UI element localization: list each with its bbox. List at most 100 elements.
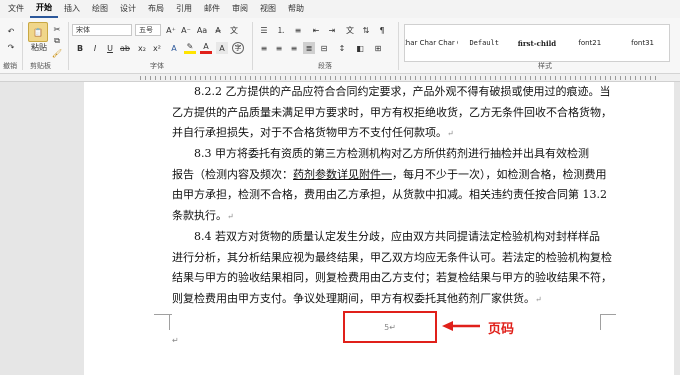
divider <box>398 22 399 70</box>
ribbon-tab[interactable]: 帮助 <box>282 0 310 18</box>
text-run: 乙方提供的产品质量未满足甲方要求时，甲方有权拒绝收货，乙方无条件回收不合格货物， <box>172 105 612 119</box>
bullets-icon[interactable]: ☰ <box>258 24 270 36</box>
style-item[interactable]: font21 <box>563 25 616 61</box>
ribbon-tab[interactable]: 视图 <box>254 0 282 18</box>
text-line[interactable]: 8.2.2 乙方提供的产品应符合合同约定要求，产品外观不得有破损或使用过的痕迹。… <box>172 82 611 103</box>
paste-button[interactable]: 粘贴 <box>28 42 50 52</box>
page-number-highlight: 5 ↵ <box>343 311 437 343</box>
divider <box>252 22 253 70</box>
ribbon-tab[interactable]: 布局 <box>142 0 170 18</box>
text-line[interactable]: 结果与甲方的验收结果相同，则复检费用由乙方支付；若复检结果与甲方的验收结果不符， <box>172 268 612 289</box>
style-item[interactable]: font31 <box>616 25 669 61</box>
ribbon-tab[interactable]: 审阅 <box>226 0 254 18</box>
distributed-icon[interactable]: ⊟ <box>318 42 330 54</box>
text-run: 8.4 若双方对货物的质量认定发生分歧，应由双方共同提请法定检验机构对封样样品 <box>194 229 600 243</box>
shrink-font-icon[interactable]: A⁻ <box>180 24 192 36</box>
decrease-indent-icon[interactable]: ⇤ <box>310 24 322 36</box>
text-run: 则复检费用由甲方支付。争议处理期间，甲方有权委托其他药剂厂家供货。 <box>172 291 535 305</box>
styles-group-label: 样式 <box>538 62 552 70</box>
text-line[interactable]: 并自行承担损失，对于不合格货物甲方不支付任何款项。↵ <box>172 123 608 144</box>
ribbon-tab[interactable]: 文件 <box>2 0 30 18</box>
change-case-icon[interactable]: Aa <box>196 24 208 36</box>
paragraph-mark: ↵ <box>227 212 234 222</box>
underline-button[interactable]: U <box>104 42 116 54</box>
undo-icon[interactable]: ↶ <box>4 24 18 38</box>
chinese-layout-icon[interactable]: 文 <box>344 24 356 36</box>
char-shading-icon[interactable]: A <box>216 42 228 54</box>
phonetic-icon[interactable]: 文 <box>228 24 240 36</box>
multilevel-list-icon[interactable]: ≡ <box>292 24 304 36</box>
cut-icon[interactable]: ✂ <box>52 24 62 34</box>
align-right-icon[interactable]: ≡ <box>288 42 300 54</box>
ribbon-tab[interactable]: 绘图 <box>86 0 114 18</box>
paragraph-mark: ↵ <box>447 129 454 139</box>
numbering-icon[interactable]: ⒈ <box>275 24 287 36</box>
strikethrough-icon[interactable]: ab <box>119 42 131 54</box>
paste-icon[interactable]: 📋 <box>28 22 48 42</box>
annotation-label: 页码 <box>488 322 515 337</box>
sort-icon[interactable]: ⇅ <box>360 24 372 36</box>
borders-icon[interactable]: ⊞ <box>372 42 384 54</box>
text-line[interactable]: 8.4 若双方对货物的质量认定发生分歧，应由双方共同提请法定检验机构对封样样品 <box>172 227 608 248</box>
text-run: 报告（检测内容及频次： <box>172 167 293 181</box>
font-family-select[interactable]: 宋体 <box>72 24 132 36</box>
align-left-icon[interactable]: ≡ <box>258 42 270 54</box>
text-line[interactable]: 乙方提供的产品质量未满足甲方要求时，甲方有权拒绝收货，乙方无条件回收不合格货物， <box>172 103 612 124</box>
horizontal-ruler[interactable] <box>0 74 680 82</box>
ribbon-tab[interactable]: 邮件 <box>198 0 226 18</box>
paragraph-mark: ↵ <box>389 322 396 332</box>
text-line[interactable]: 进行分析，其分析结果应视为最终结果，甲乙双方均应无条件认可。若法定的检验机构复检 <box>172 248 612 269</box>
text-line[interactable]: 8.3 甲方将委托有资质的第三方检测机构对乙方所供药剂进行抽检并出具有效检测 <box>172 144 608 165</box>
ribbon-tab[interactable]: 插入 <box>58 0 86 18</box>
text-line[interactable]: 则复检费用由甲方支付。争议处理期间，甲方有权委托其他药剂厂家供货。↵ <box>172 289 608 310</box>
styles-gallery: Char Char Char C Default first-child fon… <box>404 24 670 62</box>
font-color-button[interactable]: A <box>200 42 212 54</box>
ribbon: ↶ ↷ 撤销 📋 粘贴 ✂ ⧉ 🖌 剪贴板 宋体 五号 A⁺ A⁻ Aa A̶ … <box>0 18 680 74</box>
style-item[interactable]: Default <box>458 25 511 61</box>
redo-icon[interactable]: ↷ <box>4 40 18 54</box>
ribbon-tab-bar: 文件 开始 插入 绘图 设计 布局 引用 邮件 审阅 视图 帮助 <box>0 0 680 18</box>
enclose-char-icon[interactable]: 字 <box>232 42 244 54</box>
text-effects-icon[interactable]: A <box>168 42 180 54</box>
font-group-label: 字体 <box>150 62 164 70</box>
clear-format-icon[interactable]: A̶ <box>212 24 224 36</box>
ribbon-tab[interactable]: 引用 <box>170 0 198 18</box>
highlight-icon[interactable]: ✎ <box>184 42 196 54</box>
line-spacing-icon[interactable]: ↕ <box>336 42 348 54</box>
subscript-icon[interactable]: x₂ <box>136 42 148 54</box>
shading-icon[interactable]: ◧ <box>354 42 366 54</box>
text-line[interactable]: 条款执行。↵ <box>172 206 608 227</box>
crop-mark <box>154 314 172 330</box>
document-body[interactable]: 8.2.2 乙方提供的产品应符合合同约定要求，产品外观不得有破损或使用过的痕迹。… <box>172 82 612 310</box>
style-item[interactable]: first-child <box>511 25 564 61</box>
ribbon-tab[interactable]: 设计 <box>114 0 142 18</box>
ruler-ticks <box>140 76 660 80</box>
style-item[interactable]: Char Char Char C <box>405 25 458 61</box>
copy-icon[interactable]: ⧉ <box>52 36 62 46</box>
arrow-icon <box>442 321 480 331</box>
document-page[interactable]: 8.2.2 乙方提供的产品应符合合同约定要求，产品外观不得有破损或使用过的痕迹。… <box>84 82 674 375</box>
bold-button[interactable]: B <box>74 42 86 54</box>
grow-font-icon[interactable]: A⁺ <box>165 24 177 36</box>
justify-icon[interactable]: ≣ <box>303 42 315 54</box>
divider <box>22 22 23 70</box>
paragraph-mark: ↵ <box>172 336 179 345</box>
text-run: ，每月不少于一次），如检测合格，检测费用 <box>392 167 607 181</box>
font-size-select[interactable]: 五号 <box>135 24 161 36</box>
paragraph-group-label: 段落 <box>318 62 332 70</box>
increase-indent-icon[interactable]: ⇥ <box>326 24 338 36</box>
text-run: 结果与甲方的验收结果相同，则复检费用由乙方支付；若复检结果与甲方的验收结果不符， <box>172 271 612 285</box>
superscript-icon[interactable]: x² <box>151 42 163 54</box>
format-painter-icon[interactable]: 🖌 <box>52 48 62 58</box>
show-marks-icon[interactable]: ¶ <box>376 24 388 36</box>
text-run: 8.3 甲方将委托有资质的第三方检测机构对乙方所供药剂进行抽检并出具有效检测 <box>194 147 589 161</box>
italic-button[interactable]: I <box>89 42 101 54</box>
text-line[interactable]: 报告（检测内容及频次：药剂参数详见附件一，每月不少于一次），如检测合格，检测费用 <box>172 165 608 186</box>
ribbon-tab[interactable]: 开始 <box>30 0 58 18</box>
clipboard-group-label: 剪贴板 <box>30 62 51 70</box>
text-line[interactable]: 由甲方承担，检测不合格，费用由乙方承担，从货款中扣减。相关违约责任按合同第 13… <box>172 185 608 206</box>
divider <box>68 22 69 70</box>
text-run: 由甲方承担，检测不合格，费用由乙方承担，从货款中扣减。相关违约责任按合同第 13… <box>172 188 607 202</box>
text-run: 8.2.2 乙方提供的产品应符合合同约定要求，产品外观不得有破损或使用过的痕迹。… <box>194 85 611 98</box>
align-center-icon[interactable]: ≡ <box>273 42 285 54</box>
